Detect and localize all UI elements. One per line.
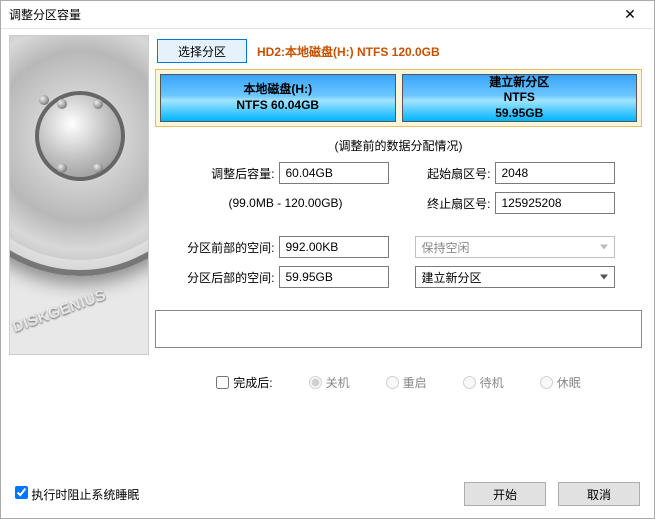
label-space-before: 分区前部的空间:: [183, 239, 275, 256]
radio-shutdown: 关机: [309, 374, 350, 391]
combo-space-after-value: 建立新分区: [422, 269, 482, 286]
label-end-sector: 终止扇区号:: [415, 195, 491, 212]
radio-standby: 待机: [463, 374, 504, 391]
prevent-sleep-input[interactable]: [15, 486, 28, 499]
input-space-after[interactable]: [279, 266, 389, 288]
combo-space-after[interactable]: 建立新分区: [415, 266, 615, 288]
partition-info: NTFS: [504, 90, 535, 106]
after-done-label: 完成后:: [233, 374, 272, 391]
radio-hibernate: 休眠: [540, 374, 581, 391]
disk-illustration: DISKGENIUS: [9, 35, 149, 355]
prevent-sleep-checkbox[interactable]: 执行时阻止系统睡眠: [15, 486, 139, 503]
radio-restart-input: [386, 376, 399, 389]
after-done-row: 完成后: 关机 重启 待机 休眠: [155, 374, 642, 391]
partition-info2: 59.95GB: [495, 106, 543, 122]
input-space-before[interactable]: [279, 236, 389, 258]
after-done-checkbox-input[interactable]: [216, 376, 229, 389]
partition-info: NTFS 60.04GB: [236, 98, 319, 114]
label-size-after: 调整后容量:: [183, 165, 275, 182]
combo-space-before: 保持空闲: [415, 236, 615, 258]
layout-caption: (调整前的数据分配情况): [155, 127, 642, 162]
window-title: 调整分区容量: [9, 6, 81, 23]
brand-text: DISKGENIUS: [10, 286, 108, 336]
hdd-hub: [35, 91, 125, 181]
partition-name: 建立新分区: [489, 75, 549, 91]
after-done-checkbox[interactable]: 完成后:: [216, 374, 272, 391]
partition-layout[interactable]: 本地磁盘(H:) NTFS 60.04GB 建立新分区 NTFS 59.95GB: [155, 69, 642, 127]
hdd-platter: [9, 35, 149, 276]
titlebar: 调整分区容量 ✕: [1, 1, 654, 29]
radio-hibernate-input: [540, 376, 553, 389]
start-button[interactable]: 开始: [464, 482, 546, 506]
input-end-sector[interactable]: [495, 192, 615, 214]
close-button[interactable]: ✕: [610, 2, 650, 28]
size-range: (99.0MB - 120.00GB): [183, 196, 389, 210]
partition-name: 本地磁盘(H:): [243, 82, 312, 98]
label-start-sector: 起始扇区号:: [415, 165, 491, 182]
dialog-window: 调整分区容量 ✕ DISKGENIUS 选择分区 HD2:本地磁盘(H:) NT…: [0, 0, 655, 519]
cancel-button[interactable]: 取消: [558, 482, 640, 506]
label-space-after: 分区后部的空间:: [183, 269, 275, 286]
form-grid: 调整后容量: 起始扇区号: (99.0MB - 120.00GB) 终止扇区号:…: [155, 162, 642, 288]
select-partition-label: 选择分区: [178, 43, 226, 60]
partition-block-new[interactable]: 建立新分区 NTFS 59.95GB: [402, 74, 638, 122]
input-size-after[interactable]: [279, 162, 389, 184]
disk-label: HD2:本地磁盘(H:) NTFS 120.0GB: [257, 43, 440, 60]
preview-box: [155, 310, 642, 348]
partition-block-existing[interactable]: 本地磁盘(H:) NTFS 60.04GB: [160, 74, 396, 122]
select-partition-button[interactable]: 选择分区: [157, 39, 247, 63]
radio-standby-input: [463, 376, 476, 389]
input-start-sector[interactable]: [495, 162, 615, 184]
prevent-sleep-label: 执行时阻止系统睡眠: [31, 488, 139, 502]
close-icon: ✕: [624, 6, 636, 23]
combo-space-before-value: 保持空闲: [422, 239, 470, 256]
footer: 执行时阻止系统睡眠 开始 取消: [1, 474, 654, 518]
radio-shutdown-input: [309, 376, 322, 389]
radio-restart: 重启: [386, 374, 427, 391]
